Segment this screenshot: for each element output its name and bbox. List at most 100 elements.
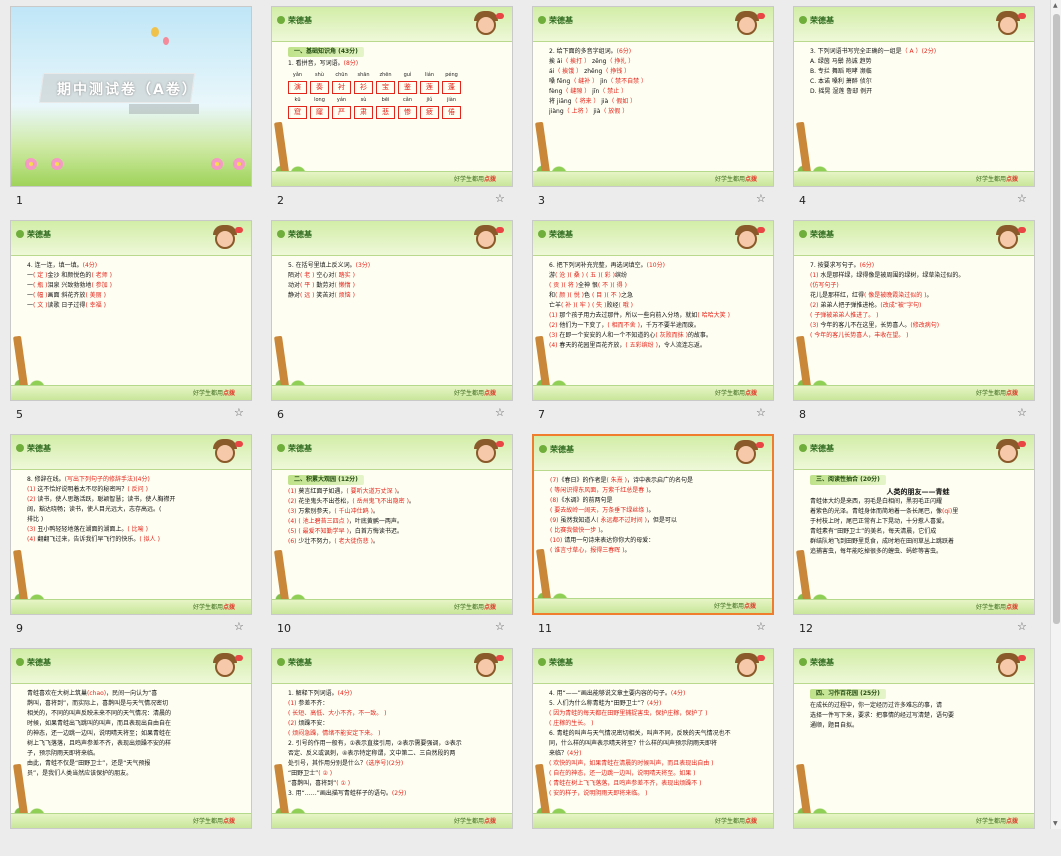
question-text: 。: [926, 292, 933, 299]
answer-text: (4分): [135, 476, 150, 483]
mascot-icon: [470, 439, 504, 467]
question-text: 亡羊: [549, 302, 562, 309]
vertical-scrollbar[interactable]: ▲ ▼: [1050, 0, 1061, 829]
slide-thumbnail-cell[interactable]: 荣德基 2. 给下面的多音字组词。(6分) 挨 āi（ 挨打 ） zěng（ 挣扎 …: [522, 0, 783, 214]
question-text: 6. 把下列词补充完整，再选词填空。: [549, 262, 647, 269]
slide-thumbnail[interactable]: 期中测试卷（A卷）: [10, 6, 252, 187]
slide-transition-star-icon[interactable]: ☆: [1017, 192, 1027, 205]
slide-text-line: 1. 解释下列词语。(4分): [288, 689, 504, 699]
slide-text-line: 1. 看拼音，写词语。(8分): [288, 59, 504, 69]
question-text: 5. 在括号里填上反义词。: [288, 262, 356, 269]
slide-transition-star-icon[interactable]: ☆: [756, 192, 766, 205]
logo-text: 荣德基: [16, 443, 51, 454]
scroll-down-arrow-icon[interactable]: ▼: [1053, 820, 1058, 827]
slide-body: 1. 解释下列词语。(4分) (1) 参差不齐： ( 长短、高低、大小不齐，不一致…: [288, 689, 504, 810]
slide-thumbnail-cell[interactable]: 荣德基 1. 解释下列词语。(4分) (1) 参差不齐： ( 长短、高低、大小不齐，…: [261, 642, 522, 856]
slide-body: 一、基础知识角 (43分) 1. 看拼音，写词语。(8分) yǎn shù chūn sh…: [288, 47, 504, 168]
question-text: 的故事。: [687, 332, 712, 339]
slide-thumbnail-cell[interactable]: 荣德基 4. 用“——”画出能够说文章主要内容的句子。(4分) 5. 人们为什么称青…: [522, 642, 783, 856]
slide-thumbnail[interactable]: 荣德基 (7)《春日》的作者是( 朱熹 )，诗中表示启广的名句是( 等闲识得东风面…: [532, 434, 774, 615]
slide-thumbnail[interactable]: 荣德基 7. 按要求写句子。(6分) (1) 水是那样绿，绿得像是被周围的绿树，绿草…: [793, 220, 1035, 401]
mascot-bow: [757, 655, 765, 661]
slide-thumbnail[interactable]: 荣德基 3. 下列词语书写完全正确的一组是（ A ）(2分) A. 绿茵 马鬃 热诚…: [793, 6, 1035, 187]
slide-text-line: A. 绿茵 马鬃 热诚 趋势: [810, 58, 872, 65]
mascot-icon: [992, 439, 1026, 467]
footer-slogan-brand: 点拨: [744, 176, 757, 183]
slide-text-line: (3) 在即一个安安的人和一个不知道的心( 灰败而抹 )的故事。: [549, 331, 765, 341]
slide-thumbnail[interactable]: 荣德基 二、积累大观园 (12分) (1) 莫言红面子如遇，( 要听大道万丈深 )。…: [271, 434, 513, 615]
question-text: 。: [408, 498, 415, 505]
pinyin-text: yǎn: [292, 72, 303, 78]
slide-thumbnail[interactable]: 荣德基 青蛙喜欢在大树上筑巢(chao)，民间一向认为“喜 鹊叫，喜将到”，而实际上…: [10, 648, 252, 829]
answer-text: (选序号): [366, 760, 389, 767]
slide-number: 1: [16, 194, 23, 207]
answer-text: ( 不 ): [606, 292, 621, 299]
slide-thumbnail[interactable]: 荣德基 三、阅读性抽合 (20分) 人类的朋友——青蛙 青蛙体大约是来西，羽毛是白相间…: [793, 434, 1035, 615]
slide-header: 荣德基: [533, 649, 773, 684]
answer-text: ( 幅 ): [33, 292, 48, 299]
slide-thumbnail[interactable]: 荣德基 2. 给下面的多音字组词。(6分) 挨 āi（ 挨打 ） zěng（ 挣扎 …: [532, 6, 774, 187]
slide-transition-star-icon[interactable]: ☆: [756, 620, 766, 633]
slide-thumbnail-cell[interactable]: 荣德基 一、基础知识角 (43分) 1. 看拼音，写词语。(8分) yǎn shù chū…: [261, 0, 522, 214]
slide-transition-star-icon[interactable]: ☆: [495, 620, 505, 633]
slide-thumbnail[interactable]: 荣德基 4. 用“——”画出能够说文章主要内容的句子。(4分) 5. 人们为什么称青…: [532, 648, 774, 829]
slide-text-line: 2. 给下面的多音字组词。(6分): [549, 47, 765, 57]
slide-thumbnail-cell[interactable]: 荣德基 8. 修辞在线。(写出下列句子的修辞手法)(4分) (1) 这不恰好说明着太…: [0, 428, 261, 642]
slide-transition-star-icon[interactable]: ☆: [234, 620, 244, 633]
slide-thumbnail-cell[interactable]: 荣德基 6. 把下列词补充完整，再选词填空。(10分) 游( 沧 )( 桑 ) ( …: [522, 214, 783, 428]
slide-thumbnail[interactable]: 荣德基 一、基础知识角 (43分) 1. 看拼音，写词语。(8分) yǎn shù chū…: [271, 6, 513, 187]
slide-thumbnail-cell[interactable]: 荣德基 4. 连一连，填一填。(4分) 一( 定 )金沙 和颜悦色的( 老师 ) 一(…: [0, 214, 261, 428]
slide-thumbnail[interactable]: 荣德基 四、习作百花园 (25分) 在成长的过程中，你一定经历过许多难忘的事，请 选择…: [793, 648, 1035, 829]
footer-slogan: 好学生都用点拨: [193, 816, 235, 825]
answer-text: ( 谁言寸草心，报得三春晖 ): [550, 547, 625, 554]
scrollbar-thumb[interactable]: [1053, 14, 1060, 624]
slide-thumbnail-cell[interactable]: 荣德基 3. 下列词语书写完全正确的一组是（ A ）(2分) A. 绿茵 马鬃 热诚…: [783, 0, 1044, 214]
answer-text: (6): [288, 538, 297, 545]
slide-body: 二、积累大观园 (12分) (1) 莫言红面子如遇，( 要听大道万丈深 )。 (2)…: [288, 475, 504, 596]
slide-thumbnail[interactable]: 荣德基 5. 在括号里填上反义词。(3分) 陌对( 老 ) 空心对( 踏实 ) 动对(…: [271, 220, 513, 401]
slide-thumbnail[interactable]: 荣德基 6. 把下列词补充完整，再选词填空。(10分) 游( 沧 )( 桑 ) ( …: [532, 220, 774, 401]
answer-text: ( 烦恼 ): [334, 292, 355, 299]
answer-text: （ 将来 ）: [571, 98, 600, 105]
slide-subtitle: [129, 104, 199, 114]
slide-thumbnail-cell[interactable]: 荣德基 三、阅读性抽合 (20分) 人类的朋友——青蛙 青蛙体大约是来西，羽毛是白相间…: [783, 428, 1044, 642]
slide-thumbnail[interactable]: 荣德基 1. 解释下列词语。(4分) (1) 参差不齐： ( 长短、高低、大小不齐，…: [271, 648, 513, 829]
slide-thumbnail-cell[interactable]: 期中测试卷（A卷） 1: [0, 0, 261, 214]
slide-transition-star-icon[interactable]: ☆: [234, 406, 244, 419]
answer-text: ( 将 ): [563, 282, 579, 289]
scroll-up-arrow-icon[interactable]: ▲: [1053, 2, 1058, 9]
mascot-face: [998, 229, 1018, 249]
slide-transition-star-icon[interactable]: ☆: [495, 406, 505, 419]
slide-thumbnail-cell[interactable]: 荣德基 7. 按要求写句子。(6分) (1) 水是那样绿，绿得像是被周围的绿树，绿草…: [783, 214, 1044, 428]
answer-text: ( 欢快的叫声，如果青蛙在清晨的时候叫声，而且表现出自由 ): [549, 760, 714, 767]
slide-thumbnail-cell[interactable]: 荣德基 四、习作百花园 (25分) 在成长的过程中，你一定经历过许多难忘的事，请 选择…: [783, 642, 1044, 856]
slide-transition-star-icon[interactable]: ☆: [495, 192, 505, 205]
mascot-face: [998, 657, 1018, 677]
slide-number: 10: [277, 622, 291, 635]
question-text: 。: [648, 487, 655, 494]
slide-thumbnail[interactable]: 荣德基 4. 连一连，填一填。(4分) 一( 定 )金沙 和颜悦色的( 老师 ) 一(…: [10, 220, 252, 401]
slide-text-line: 6. 把下列词补充完整，再选词填空。(10分): [549, 261, 765, 271]
slide-text-line: (仿写句子): [810, 281, 1026, 291]
question-text: ，白首方悔读书迟。: [348, 528, 403, 535]
answer-text: ( 颜 ): [555, 292, 570, 299]
question-text: 之急: [620, 292, 633, 299]
slide-thumbnail-cell[interactable]: 荣德基 二、积累大观园 (12分) (1) 莫言红面子如遇，( 要听大道万丈深 )。…: [261, 428, 522, 642]
slide-body: 6. 把下列词补充完整，再选词填空。(10分) 游( 沧 )( 桑 ) ( 五 )…: [549, 261, 765, 382]
slide-thumbnail-cell[interactable]: 荣德基 5. 在括号里填上反义词。(3分) 陌对( 老 ) 空心对( 踏实 ) 动对(…: [261, 214, 522, 428]
answer-text: ( 老 ): [300, 272, 315, 279]
slide-thumbnail-cell[interactable]: 荣德基 (7)《春日》的作者是( 朱熹 )，诗中表示启广的名句是( 等闲识得东风面…: [522, 428, 783, 642]
slide-text-line: ( 烦闷急躁，情绪不能安定下来。 ): [288, 729, 504, 739]
slide-thumbnail[interactable]: 荣德基 8. 修辞在线。(写出下列句子的修辞手法)(4分) (1) 这不恰好说明着太…: [10, 434, 252, 615]
slide-text-line: (9) 虽然我知道人( 永远都不过时间 )，但是可以: [550, 516, 764, 526]
answer-text: ( 岳州鬼飞不出隐密 ): [352, 498, 409, 505]
slide-transition-star-icon[interactable]: ☆: [1017, 620, 1027, 633]
slide-header: 荣德基: [794, 7, 1034, 42]
slide-transition-star-icon[interactable]: ☆: [1017, 406, 1027, 419]
question-text: 2. 给下面的多音字组词。: [549, 48, 617, 55]
slide-text-line: 青蛙体大约是来西，羽毛是白相间，黑羽毛正闪耀: [810, 498, 943, 505]
slide-transition-star-icon[interactable]: ☆: [756, 406, 766, 419]
slide-thumbnail-cell[interactable]: 荣德基 青蛙喜欢在大树上筑巢(chao)，民间一向认为“喜 鹊叫，喜将到”，而实际上…: [0, 642, 261, 856]
pinyin-text: yán: [336, 97, 347, 103]
slide-header: 荣德基: [272, 7, 512, 42]
